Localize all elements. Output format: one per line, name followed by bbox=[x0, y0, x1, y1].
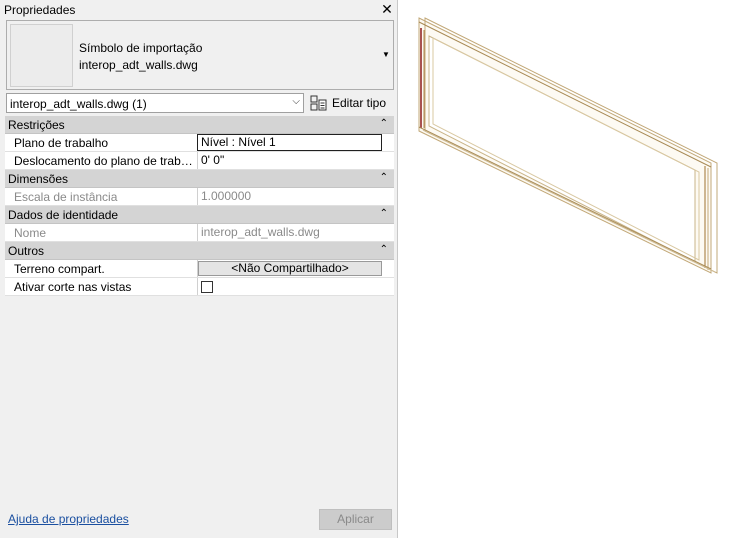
enable-cut-checkbox[interactable] bbox=[201, 281, 213, 293]
panel-titlebar: Propriedades ✕ bbox=[0, 0, 398, 19]
panel-title: Propriedades bbox=[4, 3, 76, 17]
name-value: interop_adt_walls.dwg bbox=[197, 224, 394, 241]
group-dimensoes[interactable]: Dimensões ⌃ bbox=[5, 170, 394, 188]
type-preview-image bbox=[10, 24, 73, 87]
edit-type-label: Editar tipo bbox=[332, 96, 387, 110]
type-family-name: Símbolo de importação bbox=[79, 41, 203, 55]
instance-scale-value: 1.000000 bbox=[197, 188, 394, 205]
work-plane-field[interactable]: Nível : Nível 1 bbox=[197, 134, 382, 151]
group-dados-identidade[interactable]: Dados de identidade ⌃ bbox=[5, 206, 394, 224]
property-row-offset[interactable]: Deslocamento do plano de trabalho 0' 0" bbox=[5, 152, 394, 170]
3d-viewport[interactable] bbox=[399, 0, 741, 538]
group-title: Restrições bbox=[8, 118, 65, 132]
close-icon[interactable]: ✕ bbox=[380, 1, 394, 17]
chevron-down-icon[interactable]: ⌵ bbox=[292, 96, 300, 107]
collapse-up-icon[interactable]: ⌃ bbox=[380, 118, 388, 129]
type-name: interop_adt_walls.dwg bbox=[79, 58, 198, 72]
group-title: Dados de identidade bbox=[8, 208, 119, 222]
property-label: Terreno compart. bbox=[14, 262, 105, 276]
property-label: Escala de instância bbox=[14, 190, 118, 204]
apply-button[interactable]: Aplicar bbox=[319, 509, 392, 530]
group-title: Outros bbox=[8, 244, 45, 258]
group-title: Dimensões bbox=[8, 172, 69, 186]
instance-filter-value: interop_adt_walls.dwg (1) bbox=[10, 97, 147, 111]
property-row-name: Nome interop_adt_walls.dwg bbox=[5, 224, 394, 242]
collapse-up-icon[interactable]: ⌃ bbox=[380, 244, 388, 255]
property-row-enable-cut[interactable]: Ativar corte nas vistas bbox=[5, 278, 394, 296]
properties-help-link[interactable]: Ajuda de propriedades bbox=[8, 512, 129, 526]
instance-filter-dropdown[interactable]: interop_adt_walls.dwg (1) ⌵ bbox=[6, 93, 304, 113]
type-selector[interactable]: Símbolo de importação interop_adt_walls.… bbox=[6, 20, 394, 90]
properties-grid: Restrições ⌃ Plano de trabalho Nível : N… bbox=[5, 116, 394, 296]
collapse-up-icon[interactable]: ⌃ bbox=[380, 208, 388, 219]
property-row-instance-scale: Escala de instância 1.000000 bbox=[5, 188, 394, 206]
property-label: Nome bbox=[14, 226, 47, 240]
chevron-down-icon[interactable]: ▼ bbox=[382, 50, 392, 59]
property-row-shared-site[interactable]: Terreno compart. <Não Compartilhado> bbox=[5, 260, 394, 278]
property-row-work-plane[interactable]: Plano de trabalho Nível : Nível 1 bbox=[5, 134, 394, 152]
property-label: Deslocamento do plano de trabalho bbox=[14, 154, 196, 168]
property-label: Ativar corte nas vistas bbox=[14, 280, 132, 294]
properties-panel: Propriedades ✕ Símbolo de importação int… bbox=[0, 0, 398, 538]
group-restricoes[interactable]: Restrições ⌃ bbox=[5, 116, 394, 134]
collapse-up-icon[interactable]: ⌃ bbox=[380, 172, 388, 183]
group-outros[interactable]: Outros ⌃ bbox=[5, 242, 394, 260]
shared-site-button[interactable]: <Não Compartilhado> bbox=[198, 261, 382, 276]
imported-wall-model[interactable] bbox=[399, 0, 741, 538]
edit-type-button[interactable]: Editar tipo bbox=[310, 93, 392, 113]
property-label: Plano de trabalho bbox=[14, 136, 109, 150]
edit-type-icon bbox=[310, 95, 327, 111]
offset-value[interactable]: 0' 0" bbox=[197, 152, 394, 169]
enable-cut-cell bbox=[197, 278, 394, 295]
